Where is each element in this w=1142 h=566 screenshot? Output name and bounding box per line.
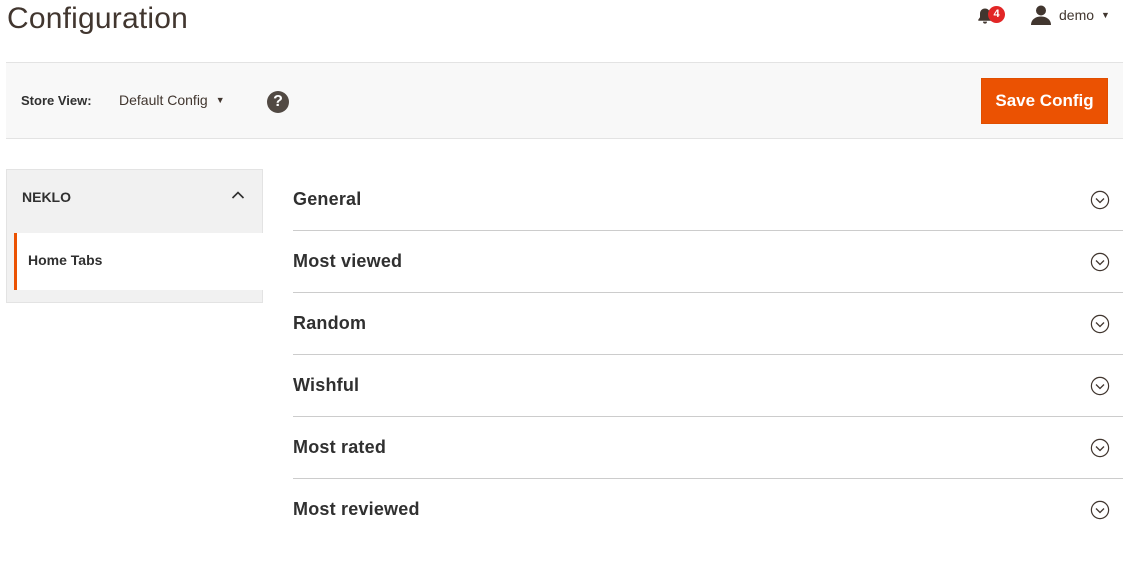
- chevron-down-circle-icon: [1090, 500, 1110, 520]
- store-view-value: Default Config: [119, 92, 208, 108]
- store-switcher-bar: Store View: Default Config ▼ ? Save Conf…: [6, 62, 1123, 139]
- chevron-down-icon: ▼: [215, 95, 225, 105]
- user-account-menu[interactable]: demo ▼: [1030, 3, 1110, 27]
- chevron-down-icon: ▼: [1101, 10, 1110, 20]
- help-icon[interactable]: ?: [267, 91, 289, 113]
- chevron-down-circle-icon: [1090, 314, 1110, 334]
- section-random[interactable]: Random: [293, 293, 1123, 355]
- section-title: Most rated: [293, 437, 387, 457]
- chevron-down-circle-icon: [1090, 190, 1110, 210]
- page-header: Configuration 4 demo ▼: [0, 0, 1142, 62]
- section-most-viewed[interactable]: Most viewed: [293, 231, 1123, 293]
- section-title: Most reviewed: [293, 499, 420, 519]
- save-config-button[interactable]: Save Config: [981, 78, 1108, 124]
- sidebar-item-home-tabs[interactable]: Home Tabs: [14, 233, 263, 290]
- chevron-down-circle-icon: [1090, 438, 1110, 458]
- chevron-up-icon: [231, 191, 245, 199]
- section-most-rated[interactable]: Most rated: [293, 417, 1123, 479]
- section-title: Random: [293, 313, 367, 333]
- notifications-button[interactable]: 4: [976, 4, 1008, 28]
- notification-count-badge: 4: [988, 6, 1005, 23]
- sidebar-item-label: Home Tabs: [28, 252, 103, 268]
- store-view-dropdown[interactable]: Default Config ▼: [119, 92, 225, 108]
- section-most-reviewed[interactable]: Most reviewed: [293, 479, 1123, 541]
- store-view-label: Store View:: [21, 93, 92, 108]
- section-wishful[interactable]: Wishful: [293, 355, 1123, 417]
- sidebar-group-neklo[interactable]: NEKLO: [7, 170, 262, 223]
- user-name: demo: [1059, 7, 1095, 23]
- section-title: Wishful: [293, 375, 360, 395]
- section-title: General: [293, 189, 362, 209]
- chevron-down-circle-icon: [1090, 376, 1110, 396]
- page-title: Configuration: [7, 2, 189, 35]
- sidebar-group-title: NEKLO: [22, 189, 71, 205]
- user-icon: [1031, 5, 1051, 25]
- config-sidebar: NEKLO Home Tabs: [6, 169, 263, 303]
- chevron-down-circle-icon: [1090, 252, 1110, 272]
- section-general[interactable]: General: [293, 169, 1123, 231]
- config-sections: General Most viewed Random Wishful Most …: [293, 169, 1123, 541]
- section-title: Most viewed: [293, 251, 403, 271]
